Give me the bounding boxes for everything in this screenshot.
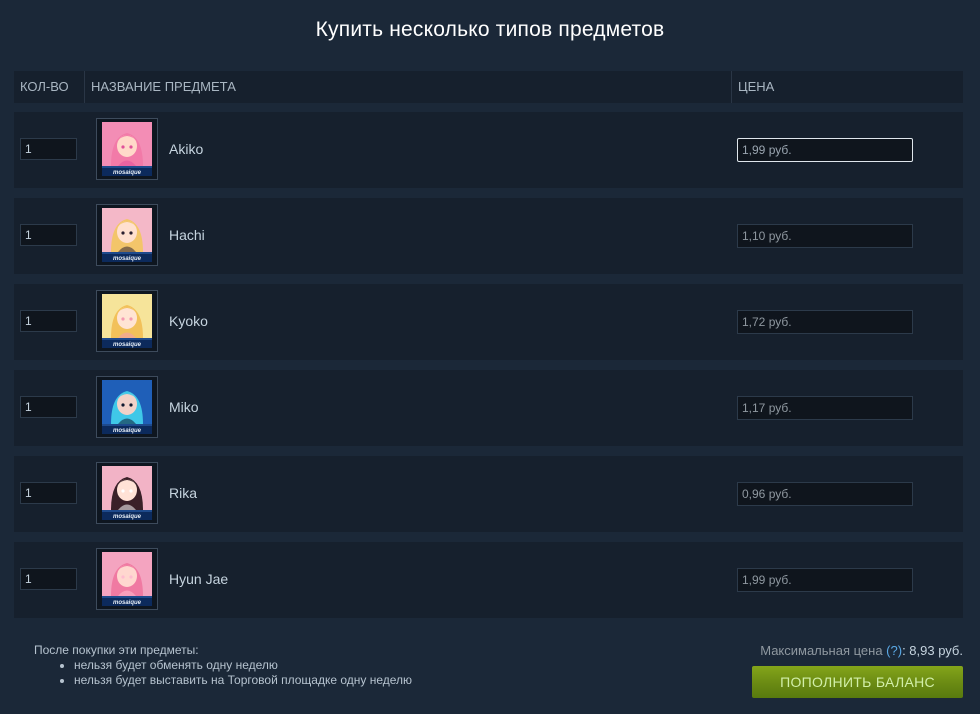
item-name: Rika (169, 485, 198, 501)
notes-list: нельзя будет обменять одну неделю нельзя… (34, 658, 412, 688)
thumb-caption: mosaique (113, 514, 142, 520)
notes-item: нельзя будет обменять одну неделю (74, 658, 412, 673)
item-thumbnail[interactable]: mosaique (96, 118, 158, 180)
thumb-caption: mosaique (113, 342, 142, 348)
price-input[interactable]: 1,72 руб. (737, 310, 913, 334)
card-portrait-image: mosaique (102, 466, 152, 520)
price-input[interactable]: 1,99 руб. (737, 568, 913, 592)
price-input[interactable]: 1,10 руб. (737, 224, 913, 248)
max-price: Максимальная цена (?): 8,93 руб. (760, 643, 963, 658)
price-input[interactable]: 1,99 руб. (737, 138, 913, 162)
card-portrait-image: mosaique (102, 294, 152, 348)
table-row: 1 mosaique Hyun Jae 1,99 руб. (14, 542, 963, 618)
add-funds-button[interactable]: ПОПОЛНИТЬ БАЛАНС (752, 666, 963, 698)
table-row: 1 mosaique Akiko 1,99 руб. (14, 112, 963, 188)
thumb-caption: mosaique (113, 428, 142, 434)
table-row: 1 mosaique Miko 1,17 руб. (14, 370, 963, 446)
item-name: Hachi (169, 227, 205, 243)
item-name: Kyoko (169, 313, 208, 329)
header-price: ЦЕНА (738, 79, 775, 94)
card-portrait-image: mosaique (102, 122, 152, 176)
quantity-input[interactable]: 1 (20, 138, 77, 160)
max-price-value: : 8,93 руб. (902, 643, 963, 658)
header-divider (731, 71, 732, 103)
thumb-caption: mosaique (113, 170, 142, 176)
thumb-caption: mosaique (113, 600, 142, 606)
quantity-input[interactable]: 1 (20, 310, 77, 332)
item-thumbnail[interactable]: mosaique (96, 548, 158, 610)
item-thumbnail[interactable]: mosaique (96, 376, 158, 438)
quantity-input[interactable]: 1 (20, 482, 77, 504)
item-name: Akiko (169, 141, 204, 157)
max-price-help-link[interactable]: (?) (886, 643, 902, 658)
table-row: 1 mosaique Hachi 1,10 руб. (14, 198, 963, 274)
header-qty: КОЛ-ВО (20, 79, 69, 94)
page-title: Купить несколько типов предметов (315, 18, 665, 41)
price-input[interactable]: 0,96 руб. (737, 482, 913, 506)
quantity-input[interactable]: 1 (20, 224, 77, 246)
quantity-input[interactable]: 1 (20, 568, 77, 590)
notes-intro: После покупки эти предметы: (34, 643, 199, 657)
item-thumbnail[interactable]: mosaique (96, 462, 158, 524)
thumb-caption: mosaique (113, 256, 142, 262)
card-portrait-image: mosaique (102, 208, 152, 262)
item-thumbnail[interactable]: mosaique (96, 290, 158, 352)
table-row: 1 mosaique Rika 0,96 руб. (14, 456, 963, 532)
quantity-input[interactable]: 1 (20, 396, 77, 418)
purchase-notes: После покупки эти предметы: нельзя будет… (34, 643, 412, 688)
item-name: Hyun Jae (169, 571, 229, 587)
item-thumbnail[interactable]: mosaique (96, 204, 158, 266)
buy-multiple-page: Купить несколько типов предметов КОЛ-ВО … (0, 0, 980, 714)
table-header: КОЛ-ВО НАЗВАНИЕ ПРЕДМЕТА ЦЕНА (14, 71, 963, 103)
max-price-label: Максимальная цена (760, 643, 883, 658)
notes-item: нельзя будет выставить на Торговой площа… (74, 673, 412, 688)
card-portrait-image: mosaique (102, 552, 152, 606)
item-name: Miko (169, 399, 199, 415)
header-divider (84, 71, 85, 103)
table-row: 1 mosaique Kyoko 1,72 руб. (14, 284, 963, 360)
price-input[interactable]: 1,17 руб. (737, 396, 913, 420)
header-name: НАЗВАНИЕ ПРЕДМЕТА (91, 79, 236, 94)
card-portrait-image: mosaique (102, 380, 152, 434)
